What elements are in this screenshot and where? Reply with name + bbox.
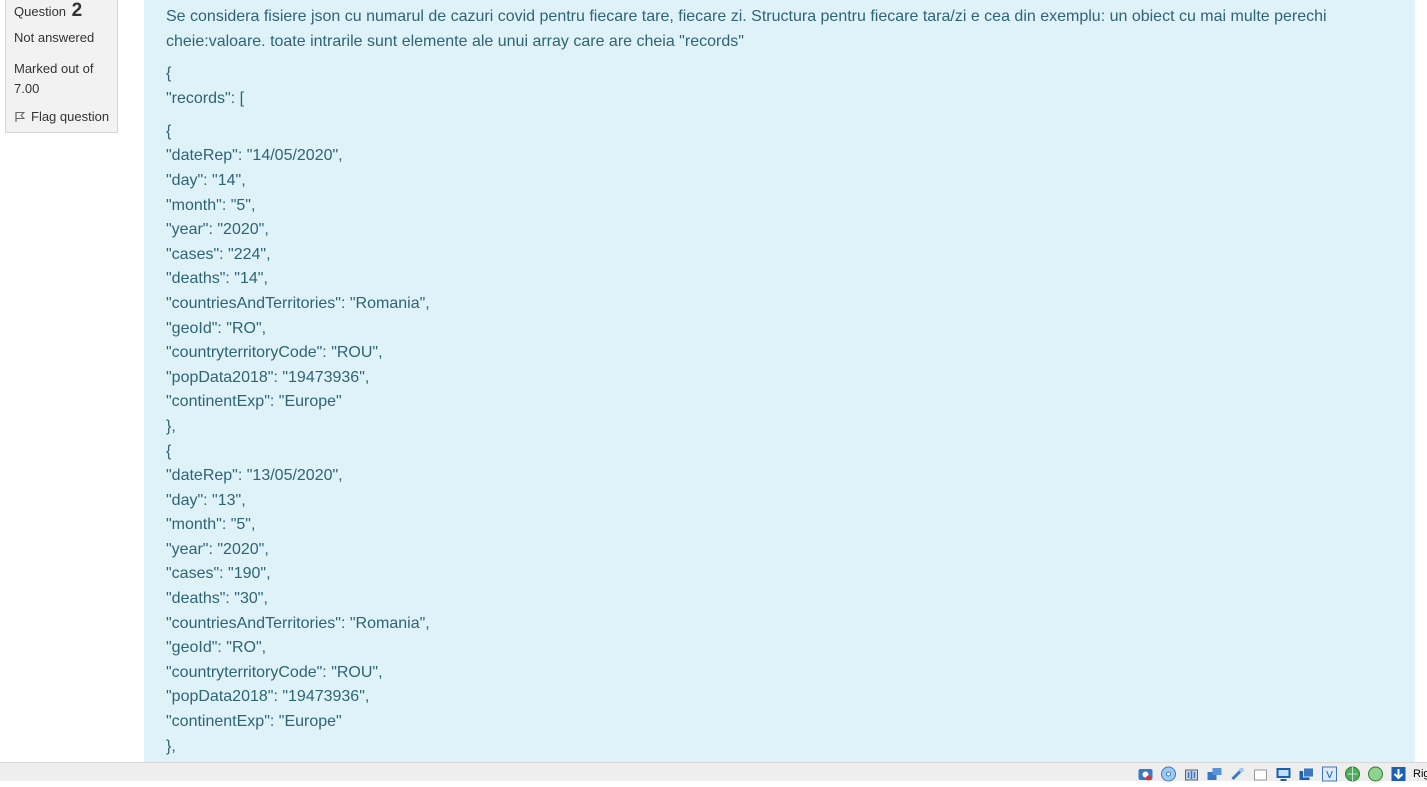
virtualbox-icon[interactable] — [1344, 766, 1361, 782]
hard-disk-icon[interactable] — [1137, 766, 1154, 782]
question-intro: Se considera fisiere json cu numarul de … — [166, 8, 1327, 50]
json-line: "deaths": "14", — [166, 270, 268, 288]
json-line: "deaths": "30", — [166, 590, 268, 608]
json-line: "geoId": "RO", — [166, 639, 267, 657]
optical-drive-icon[interactable] — [1160, 766, 1177, 782]
video-capture-icon[interactable] — [1298, 766, 1315, 782]
json-line: "records": [ — [166, 89, 245, 107]
json-gap — [166, 111, 430, 120]
json-line: "year": "2020", — [166, 221, 269, 239]
json-line: "countriesAndTerritories": "Romania", — [166, 614, 430, 632]
json-line: "month": "5", — [166, 516, 256, 534]
question-grade: Marked out of 7.00 — [14, 61, 94, 96]
json-line: "cases": "224", — [166, 245, 271, 263]
json-line: "popData2018": "19473936", — [166, 368, 370, 386]
json-line: { — [166, 442, 172, 460]
json-line: "dateRep": "14/05/2020", — [166, 147, 343, 165]
json-example: { "records": [ { "dateRep": "14/05/2020", "d… — [166, 62, 430, 759]
json-line: "day": "13", — [166, 491, 246, 509]
question-number: Question 2 — [14, 0, 82, 27]
json-line: "popData2018": "19473936", — [166, 688, 370, 706]
flag-icon — [14, 111, 26, 123]
json-line: "geoId": "RO", — [166, 319, 267, 337]
question-text-panel: Se considera fisiere json cu numarul de … — [144, 0, 1415, 762]
json-line: "countryterritoryCode": "ROU", — [166, 663, 383, 681]
json-line: "year": "2020", — [166, 540, 269, 558]
question-info: Question 2 Not answered Marked out of 7.… — [5, 0, 118, 133]
question-number-value: 2 — [71, 0, 83, 21]
json-line: { — [166, 65, 172, 82]
network-icon[interactable] — [1206, 766, 1223, 782]
json-line: "day": "14", — [166, 171, 246, 189]
shared-folders-icon[interactable] — [1252, 766, 1269, 782]
audio-icon[interactable] — [1183, 766, 1200, 782]
json-line: "cases": "190", — [166, 565, 271, 583]
flag-question-label: Flag question — [31, 109, 110, 124]
flag-question-link[interactable]: Flag question — [14, 109, 109, 124]
question-label: Question — [14, 4, 67, 19]
question-state: Not answered — [14, 30, 95, 45]
mouse-integration-icon[interactable]: V — [1321, 766, 1338, 782]
json-line: "countryterritoryCode": "ROU", — [166, 344, 383, 362]
json-line: "continentExp": "Europe" — [166, 713, 342, 731]
json-line: }, — [166, 737, 176, 755]
json-line: "continentExp": "Europe" — [166, 393, 342, 411]
json-line: }, — [166, 417, 176, 435]
json-line: "countriesAndTerritories": "Romania", — [166, 294, 430, 312]
json-line: "month": "5", — [166, 196, 256, 214]
usb-icon[interactable] — [1229, 766, 1246, 782]
svg-text:V: V — [1326, 770, 1333, 781]
globe-icon[interactable] — [1367, 766, 1384, 782]
vm-status-bar: V Right Ctrl — [0, 762, 1427, 781]
download-icon[interactable] — [1390, 766, 1407, 782]
host-key-label: Right Ctrl — [1413, 767, 1427, 780]
display-icon[interactable] — [1275, 766, 1292, 782]
json-line: { — [166, 122, 172, 140]
json-line: "dateRep": "13/05/2020", — [166, 467, 343, 485]
status-tray: V Right Ctrl — [1137, 765, 1427, 782]
